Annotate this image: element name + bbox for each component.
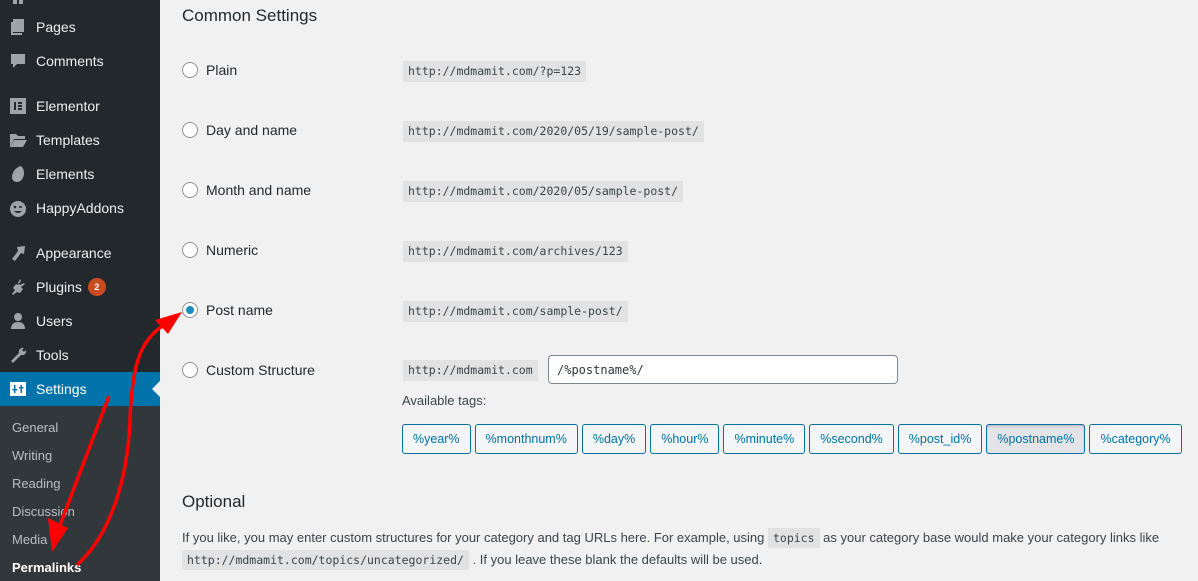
radio-post-name[interactable] [182, 302, 198, 318]
wrench-icon [0, 345, 36, 365]
folder-icon [0, 130, 36, 150]
tag-button-second[interactable]: %second% [809, 424, 894, 454]
elements-icon [0, 164, 36, 184]
happyaddons-icon [0, 198, 36, 218]
sidebar-item-templates[interactable]: Templates [0, 123, 160, 157]
example-url-plain: http://mdmamit.com/?p=123 [403, 61, 587, 82]
sidebar-item-elementor[interactable]: Elementor [0, 89, 160, 123]
code-category-url-example: http://mdmamit.com/topics/uncategorized/ [182, 550, 469, 570]
submenu-item-writing[interactable]: Writing [12, 448, 52, 463]
example-url-numeric: http://mdmamit.com/archives/123 [403, 241, 628, 262]
example-url-post-name: http://mdmamit.com/sample-post/ [403, 301, 628, 322]
tag-button-year[interactable]: %year% [402, 424, 471, 454]
available-tags-label: Available tags: [402, 393, 487, 408]
optional-heading: Optional [182, 492, 246, 511]
available-tags: %year% %monthnum% %day% %hour% %minute% … [402, 424, 1182, 454]
settings-icon [0, 379, 36, 399]
wp-admin-permalinks: Pages Comments Elementor Templates Eleme… [0, 0, 1198, 581]
option-numeric[interactable]: Numeric [182, 242, 258, 258]
option-month-and-name[interactable]: Month and name [182, 182, 311, 198]
custom-structure-input[interactable] [548, 355, 898, 384]
sidebar-item-pages[interactable]: Pages [0, 10, 160, 44]
user-icon [0, 311, 36, 331]
plugins-update-badge: 2 [87, 278, 106, 296]
optional-description: If you like, you may enter custom struct… [182, 527, 1182, 571]
sidebar-item-plugins[interactable]: Plugins 2 [0, 270, 160, 304]
tag-button-minute[interactable]: %minute% [723, 424, 806, 454]
tag-button-hour[interactable]: %hour% [650, 424, 720, 454]
sidebar-item-happyaddons[interactable]: HappyAddons [0, 191, 160, 225]
permalink-settings-content: Common Settings Plain http://mdmamit.com… [160, 0, 1198, 581]
tag-button-postname[interactable]: %postname% [986, 424, 1086, 454]
sidebar-item-settings[interactable]: Settings [0, 372, 160, 406]
option-post-name[interactable]: Post name [182, 302, 273, 318]
posts-icon-partial [12, 0, 24, 4]
admin-sidebar: Pages Comments Elementor Templates Eleme… [0, 0, 160, 581]
paintbrush-icon [0, 243, 36, 263]
radio-custom-structure[interactable] [182, 362, 198, 378]
custom-structure-base-url: http://mdmamit.com [403, 360, 538, 381]
tag-button-day[interactable]: %day% [581, 424, 647, 454]
settings-submenu: General Writing Reading Discussion Media… [0, 406, 160, 581]
example-url-day-and-name: http://mdmamit.com/2020/05/19/sample-pos… [403, 121, 704, 142]
sidebar-item-users[interactable]: Users [0, 304, 160, 338]
elementor-icon [0, 96, 36, 116]
code-topics: topics [767, 528, 820, 548]
option-plain[interactable]: Plain [182, 62, 237, 78]
sidebar-item-tools[interactable]: Tools [0, 338, 160, 372]
radio-numeric[interactable] [182, 242, 198, 258]
radio-day-and-name[interactable] [182, 122, 198, 138]
tag-button-post-id[interactable]: %post_id% [897, 424, 983, 454]
radio-plain[interactable] [182, 62, 198, 78]
submenu-item-media[interactable]: Media [12, 532, 47, 547]
sidebar-item-elements[interactable]: Elements [0, 157, 160, 191]
example-url-month-and-name: http://mdmamit.com/2020/05/sample-post/ [403, 181, 684, 202]
plugin-icon [0, 277, 36, 297]
common-settings-heading: Common Settings [182, 6, 318, 25]
submenu-item-permalinks[interactable]: Permalinks [12, 560, 81, 575]
submenu-item-general[interactable]: General [12, 420, 58, 435]
tag-button-monthnum[interactable]: %monthnum% [474, 424, 578, 454]
active-menu-pointer [152, 381, 160, 397]
submenu-item-discussion[interactable]: Discussion [12, 504, 75, 519]
submenu-item-reading[interactable]: Reading [12, 476, 60, 491]
radio-month-and-name[interactable] [182, 182, 198, 198]
sidebar-item-comments[interactable]: Comments [0, 44, 160, 78]
sidebar-item-appearance[interactable]: Appearance [0, 236, 160, 270]
comments-icon [0, 51, 36, 71]
tag-button-category[interactable]: %category% [1089, 424, 1182, 454]
option-day-and-name[interactable]: Day and name [182, 122, 297, 138]
option-custom-structure[interactable]: Custom Structure [182, 362, 315, 378]
pages-icon [0, 17, 36, 37]
